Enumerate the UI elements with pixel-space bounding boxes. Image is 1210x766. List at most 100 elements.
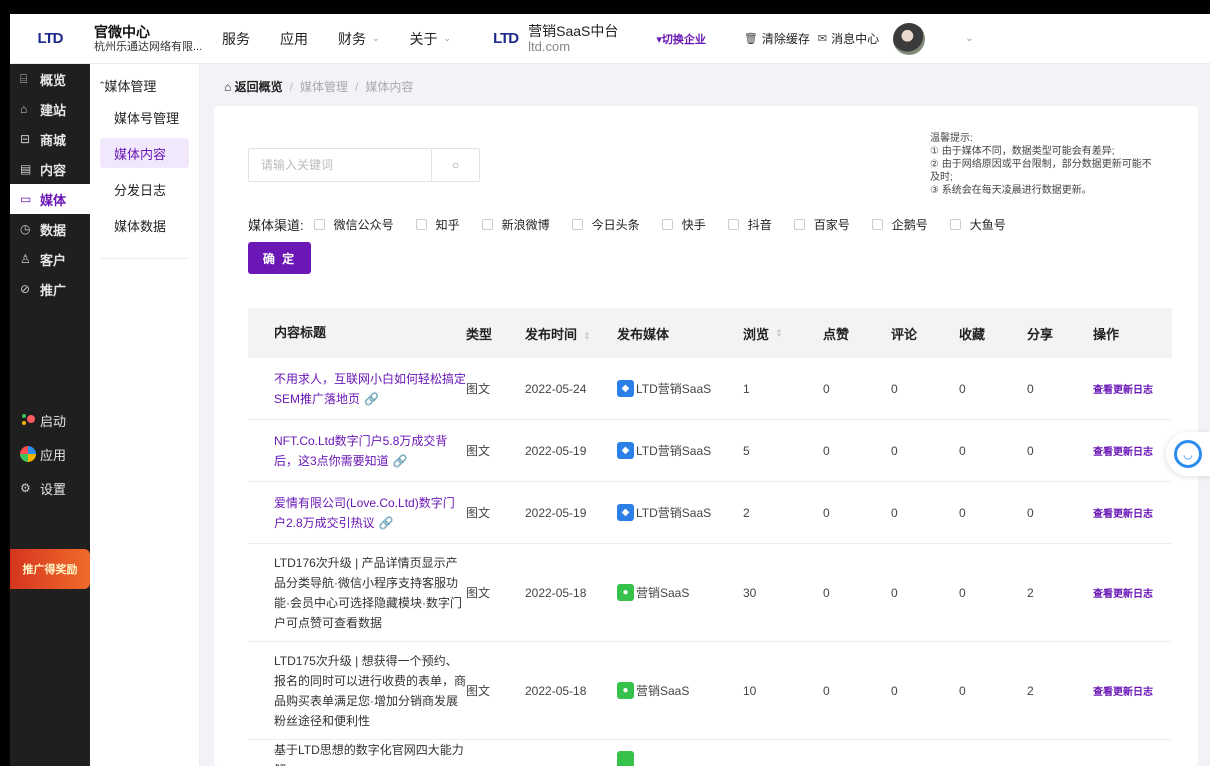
logo[interactable]: LTD: [10, 14, 90, 64]
channel-checkbox[interactable]: 企鹅号: [871, 216, 928, 233]
topnav-item[interactable]: 关于 ⌄: [410, 29, 452, 49]
org-switcher[interactable]: 官微中心 杭州乐通达网络有限...: [90, 24, 210, 54]
cell-title[interactable]: 爱情有限公司(Love.Co.Ltd)数字门户2.8万成交引热议 🔗: [248, 493, 466, 533]
checkbox[interactable]: [481, 219, 493, 230]
chevron-down-icon[interactable]: ⌄: [965, 33, 973, 44]
cell-title[interactable]: NFT.Co.Ltd数字门户5.8万成交背后，这3点你需要知道 🔗: [248, 431, 466, 471]
sidebar-item[interactable]: ⊘ 推广: [10, 274, 90, 304]
col-time[interactable]: 发布时间 ⇕: [525, 324, 617, 343]
cell-comments: 0: [891, 381, 898, 396]
channel-checkbox[interactable]: 大鱼号: [949, 216, 1006, 233]
col-likes: 点赞: [823, 326, 850, 342]
sidebar-item-label: 客户: [40, 252, 67, 268]
col-actions: 操作: [1093, 326, 1120, 342]
submenu-item[interactable]: 媒体数据: [100, 210, 189, 240]
sidebar-item[interactable]: ▤ 内容: [10, 154, 90, 184]
submenu-head[interactable]: ˆ媒体管理: [90, 64, 199, 102]
table-row: 不用求人，互联网小白如何轻松搞定SEM推广落地页 🔗 图文 2022-05-24 ◆ LT…: [248, 358, 1172, 420]
view-log-link[interactable]: 查看更新日志: [1093, 385, 1153, 396]
cell-type: 图文: [466, 684, 491, 698]
channel-option-label: 微信公众号: [333, 218, 394, 232]
top-nav: 服务 应用 财务 ⌄ 关于 ⌄: [222, 29, 481, 49]
channel-checkbox[interactable]: 百家号: [793, 216, 850, 233]
topnav-item[interactable]: 服务: [222, 29, 250, 49]
tips-panel: 温馨提示: ① 由于媒体不同，数据类型可能会有差异; ② 由于网络原因或平台限制…: [930, 132, 1160, 197]
content-title[interactable]: 爱情有限公司(Love.Co.Ltd)数字门户2.8万成交引热议: [274, 496, 455, 530]
table-row: 基于LTD思想的数字化官网四大能力解: [248, 740, 1172, 766]
channel-option-label: 今日头条: [591, 218, 640, 232]
link-icon[interactable]: 🔗: [364, 392, 379, 406]
media-name: LTD营销SaaS: [636, 506, 712, 520]
table-header: 内容标题 类型 发布时间 ⇕ 发布媒体 浏览 ⇕ 点赞 评论 收藏 分享 操作: [248, 308, 1172, 358]
channel-checkbox[interactable]: 抖音: [727, 216, 772, 233]
sort-icon[interactable]: ⇕: [775, 328, 783, 339]
submenu-item[interactable]: 媒体号管理: [100, 102, 189, 132]
sidebar-item-launch[interactable]: 启动: [10, 403, 90, 437]
breadcrumb-home[interactable]: ⌂ 返回概览: [224, 78, 283, 95]
customer-service-button[interactable]: ◡: [1166, 432, 1210, 476]
topnav-label: 服务: [222, 30, 250, 47]
content-title[interactable]: NFT.Co.Ltd数字门户5.8万成交背后，这3点你需要知道: [274, 434, 447, 468]
checkbox[interactable]: [727, 219, 739, 230]
confirm-button[interactable]: 确 定: [248, 242, 311, 274]
logo-text: LTD: [37, 30, 63, 47]
checkbox[interactable]: [871, 219, 883, 230]
topnav-label: 关于: [409, 30, 438, 47]
breadcrumb-item[interactable]: 媒体管理: [300, 78, 348, 95]
search-icon: ○: [451, 158, 460, 172]
settings-icon: ⚙: [20, 481, 31, 495]
submenu-item[interactable]: 分发日志: [100, 174, 189, 204]
clear-cache-button[interactable]: 🗑 清除缓存: [744, 30, 810, 47]
cell-favorites: 0: [959, 683, 966, 698]
brand-block[interactable]: LTD 营销SaaS中台 ltd.com: [493, 23, 618, 55]
sidebar-item-label: 启动: [40, 413, 67, 429]
sidebar-item[interactable]: ♙ 客户: [10, 244, 90, 274]
submenu-item[interactable]: 媒体内容: [100, 138, 189, 168]
view-log-link[interactable]: 查看更新日志: [1093, 509, 1153, 520]
sidebar-item-label: 数据: [40, 222, 67, 238]
tips-line: ③ 系统会在每天凌晨进行数据更新。: [930, 185, 1092, 196]
view-log-link[interactable]: 查看更新日志: [1093, 687, 1153, 698]
cell-comments: 0: [891, 443, 898, 458]
sidebar-item[interactable]: ⌂ 建站: [10, 94, 90, 124]
topnav-item[interactable]: 财务 ⌄: [338, 29, 380, 49]
col-views-label: 浏览: [743, 326, 770, 342]
checkbox[interactable]: [793, 219, 805, 230]
channel-checkbox[interactable]: 知乎: [415, 216, 460, 233]
checkbox[interactable]: [313, 219, 325, 230]
view-log-link[interactable]: 查看更新日志: [1093, 589, 1153, 600]
link-icon[interactable]: 🔗: [379, 516, 394, 530]
media-brand-icon: ◆: [617, 380, 634, 397]
search-input[interactable]: [249, 149, 431, 181]
sidebar-item[interactable]: ⊟ 商城: [10, 124, 90, 154]
checkbox[interactable]: [415, 219, 427, 230]
sidebar-item-apps[interactable]: 应用: [10, 437, 90, 471]
search-button[interactable]: ○: [431, 149, 479, 181]
search-box: ○: [248, 148, 480, 182]
channel-checkbox[interactable]: 快手: [661, 216, 706, 233]
apps-icon: [20, 446, 36, 462]
avatar[interactable]: [893, 22, 926, 55]
sidebar-item[interactable]: ▭ 媒体: [10, 184, 90, 214]
checkbox[interactable]: [571, 219, 583, 230]
sidebar-item[interactable]: ◷ 数据: [10, 214, 90, 244]
topnav-item[interactable]: 应用: [280, 29, 308, 49]
channel-checkbox[interactable]: 新浪微博: [481, 216, 550, 233]
channel-checkbox[interactable]: 微信公众号: [313, 216, 394, 233]
cell-type: 图文: [466, 506, 491, 520]
switch-company-button[interactable]: ▾切换企业: [656, 31, 706, 47]
message-center-button[interactable]: ✉ 消息中心: [818, 30, 879, 47]
sort-icon[interactable]: ⇕: [583, 331, 591, 341]
view-log-link[interactable]: 查看更新日志: [1093, 447, 1153, 458]
channel-checkbox[interactable]: 今日头条: [571, 216, 640, 233]
col-views[interactable]: 浏览 ⇕: [743, 324, 823, 343]
promo-banner[interactable]: 推广得奖励: [10, 549, 90, 589]
channel-option-label: 抖音: [747, 218, 772, 232]
sidebar-item[interactable]: ⌸ 概览: [10, 64, 90, 94]
message-center-label: 消息中心: [831, 32, 880, 46]
link-icon[interactable]: 🔗: [393, 454, 408, 468]
sidebar-item-settings[interactable]: ⚙ 设置: [10, 471, 90, 505]
checkbox[interactable]: [949, 219, 961, 230]
checkbox[interactable]: [661, 219, 673, 230]
cell-title[interactable]: 不用求人，互联网小白如何轻松搞定SEM推广落地页 🔗: [248, 369, 466, 409]
